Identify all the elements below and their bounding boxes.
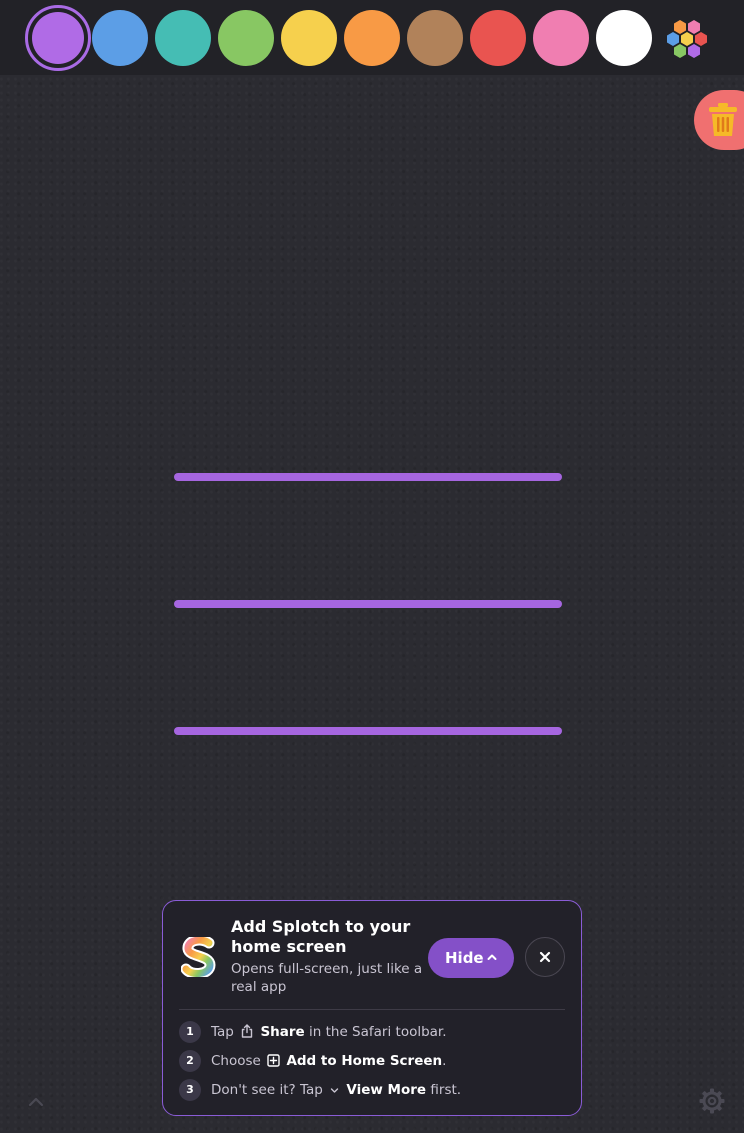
step-text: Tap: [211, 1024, 234, 1040]
collapse-button[interactable]: [26, 1092, 46, 1116]
color-swatch-pink[interactable]: [533, 10, 589, 66]
hide-button[interactable]: Hide: [428, 938, 514, 978]
step-number: 3: [179, 1079, 201, 1101]
chevron-up-icon: [487, 954, 497, 960]
chevron-down-icon: [330, 1088, 339, 1093]
step-emphasis: Share: [260, 1024, 305, 1040]
trash-button[interactable]: [694, 90, 744, 150]
step-emphasis: View More: [346, 1082, 427, 1098]
color-swatch-blue[interactable]: [92, 10, 148, 66]
color-swatch-white[interactable]: [596, 10, 652, 66]
add-to-home-screen-panel: Add Splotch to your home screen Opens fu…: [162, 900, 582, 1116]
step-text: Choose: [211, 1053, 261, 1069]
step-text: Don't see it? Tap: [211, 1082, 323, 1098]
step-text: in the Safari toolbar.: [309, 1024, 447, 1040]
drawn-stroke: [174, 473, 562, 481]
color-swatch-red[interactable]: [470, 10, 526, 66]
drawn-stroke: [174, 600, 562, 608]
color-swatch-orange[interactable]: [344, 10, 400, 66]
panel-title: Add Splotch to your home screen: [231, 917, 411, 956]
step-number: 1: [179, 1021, 201, 1043]
trash-icon: [709, 103, 737, 136]
settings-button[interactable]: [698, 1087, 726, 1119]
color-swatch-yellow[interactable]: [281, 10, 337, 66]
panel-divider: [179, 1009, 565, 1010]
color-swatch-purple[interactable]: [25, 5, 91, 71]
drawn-stroke: [174, 727, 562, 735]
share-icon: [241, 1024, 253, 1038]
color-swatch-brown[interactable]: [407, 10, 463, 66]
step-text: .: [442, 1053, 447, 1069]
hexagon-palette-icon[interactable]: [664, 14, 712, 62]
gear-icon: [699, 1088, 725, 1114]
close-button[interactable]: [525, 937, 565, 977]
chevron-up-icon: [28, 1097, 44, 1107]
add-square-icon: [267, 1054, 280, 1067]
step-text: first.: [430, 1082, 462, 1098]
hide-button-label: Hide: [445, 949, 484, 967]
color-swatch-green[interactable]: [218, 10, 274, 66]
close-icon: [539, 951, 551, 963]
color-palette-bar: [0, 0, 744, 75]
splotch-logo-icon: [181, 937, 216, 977]
step-number: 2: [179, 1050, 201, 1072]
step-emphasis: Add to Home Screen: [286, 1053, 443, 1069]
panel-subtitle: Opens full-screen, just like a real app: [231, 961, 423, 995]
color-swatch-teal[interactable]: [155, 10, 211, 66]
